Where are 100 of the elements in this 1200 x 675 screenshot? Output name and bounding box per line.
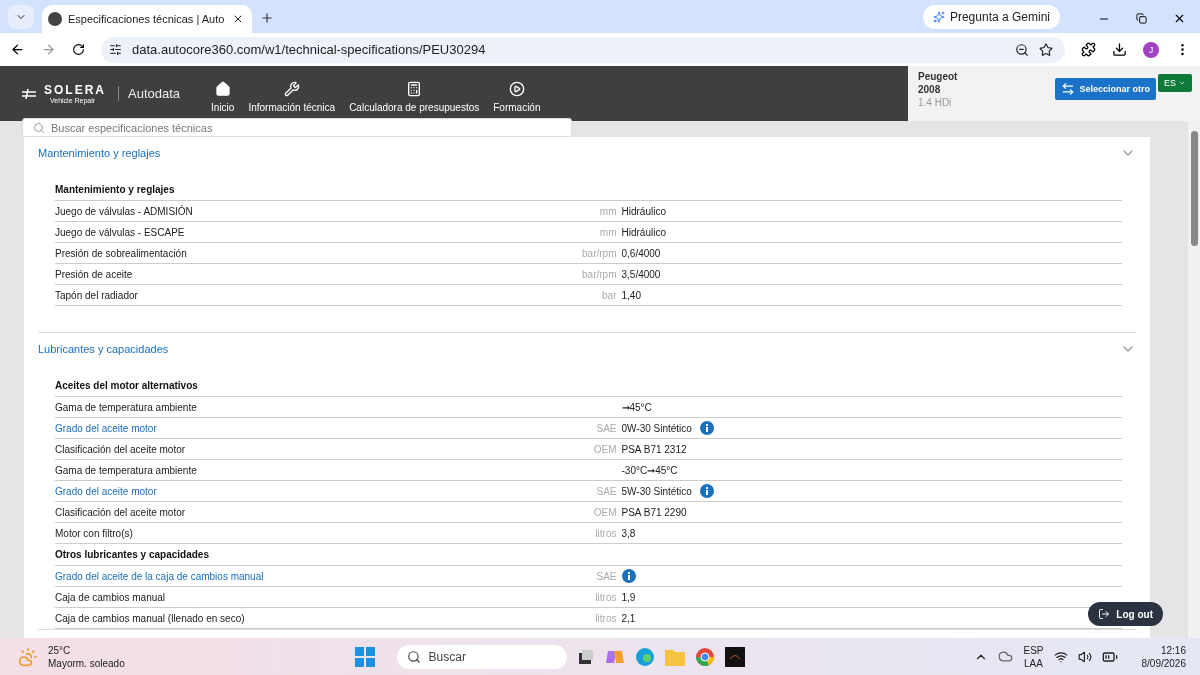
spec-label: Presión de aceite bbox=[55, 268, 134, 280]
browser-tab[interactable]: Especificaciones técnicas | Auto bbox=[42, 5, 252, 33]
tab-list-button[interactable] bbox=[8, 5, 34, 29]
vehicle-model: 2008 bbox=[918, 83, 942, 96]
brand-name: SOLERA bbox=[44, 83, 106, 96]
spec-value: Hidráulico bbox=[621, 226, 666, 238]
spec-unit: OEM bbox=[592, 443, 618, 455]
spec-label: Gama de temperatura ambiente bbox=[55, 401, 198, 413]
spec-value: 3,5/4000 bbox=[621, 268, 661, 280]
spec-value: 1,40 bbox=[621, 289, 641, 301]
search-field[interactable]: Buscar especificaciones técnicas bbox=[22, 118, 572, 137]
spec-value: PSA B71 2312 bbox=[621, 443, 687, 455]
spec-value: 0,6/4000 bbox=[621, 247, 661, 259]
profile-avatar[interactable]: J bbox=[1143, 41, 1159, 58]
clock-time[interactable]: 12:16 bbox=[1160, 643, 1186, 657]
star-icon bbox=[1039, 42, 1053, 57]
group-heading: Mantenimiento y reglajes bbox=[55, 168, 1122, 201]
spec-label: Juego de válvulas - ADMISIÓN bbox=[55, 205, 194, 217]
weather-text: Mayorm. soleado bbox=[48, 656, 125, 670]
taskbar-search[interactable]: Buscar bbox=[396, 644, 567, 669]
info-icon[interactable] bbox=[621, 569, 636, 583]
product-name: Autodata bbox=[118, 86, 181, 101]
restore-icon bbox=[1136, 13, 1147, 24]
nav-item[interactable]: Formación bbox=[486, 80, 548, 113]
select-vehicle-button[interactable]: Seleccionar otro bbox=[1055, 78, 1156, 100]
close-icon bbox=[232, 13, 244, 25]
weather-icon bbox=[18, 646, 38, 667]
home-icon bbox=[214, 80, 231, 97]
group-heading: Otros lubricantes y capacidades bbox=[55, 544, 1122, 566]
site-icon bbox=[48, 12, 62, 26]
app-icon[interactable] bbox=[724, 646, 745, 667]
logout-button[interactable]: Log out bbox=[1088, 602, 1163, 626]
spec-value: ➞45°C bbox=[621, 401, 652, 413]
scrollbar[interactable] bbox=[1188, 121, 1200, 638]
spec-label: Caja de cambios manual (llenado en seco) bbox=[55, 612, 246, 624]
spec-unit: bar/rpm bbox=[581, 247, 618, 259]
spec-unit: SAE bbox=[595, 570, 618, 582]
info-icon[interactable] bbox=[699, 484, 714, 498]
gemini-button[interactable]: Pregunta a Gemini bbox=[922, 5, 1060, 29]
reload-icon bbox=[72, 43, 85, 56]
nav-item[interactable]: Información técnica bbox=[241, 80, 343, 113]
spec-link[interactable]: Grado del aceite motor bbox=[55, 485, 556, 497]
spec-label: Presión de sobrealimentación bbox=[55, 247, 188, 259]
group-heading: Aceites del motor alternativos bbox=[55, 364, 1122, 397]
logo-icon bbox=[22, 88, 36, 99]
spec-label: Gama de temperatura ambiente bbox=[55, 464, 198, 476]
spec-link[interactable]: Grado del aceite de la caja de cambios manual bbox=[55, 570, 556, 582]
spec-value: 1,9 bbox=[621, 591, 636, 603]
clock-date[interactable]: 8/09/2026 bbox=[1141, 656, 1186, 670]
calculator-icon bbox=[406, 80, 423, 97]
language-button[interactable]: ES bbox=[1158, 74, 1192, 92]
spec-label: Motor con filtro(s) bbox=[55, 527, 134, 539]
vehicle-make: Peugeot bbox=[918, 70, 958, 83]
site-settings-icon bbox=[109, 43, 122, 56]
spec-label: Clasificación del aceite motor bbox=[55, 443, 187, 455]
spec-unit: SAE bbox=[595, 422, 618, 434]
info-icon[interactable] bbox=[699, 421, 714, 435]
spec-unit: OEM bbox=[592, 506, 618, 518]
input-language[interactable]: ESP bbox=[1023, 643, 1044, 657]
spec-unit: litros bbox=[594, 612, 618, 624]
spec-link[interactable]: Grado del aceite motor bbox=[55, 422, 556, 434]
spec-unit: bar bbox=[601, 289, 618, 301]
spec-value: 2,1 bbox=[621, 612, 636, 624]
wifi-icon bbox=[1053, 649, 1068, 664]
edge-icon[interactable] bbox=[634, 646, 655, 667]
new-tab-icon[interactable] bbox=[260, 11, 274, 25]
spec-value: 3,8 bbox=[621, 527, 636, 539]
spec-unit: litros bbox=[594, 591, 618, 603]
spec-value: 0W-30 Sintético bbox=[621, 422, 692, 434]
address-bar[interactable]: data.autocore360.com/w1/technical-specifications/PEU30294 bbox=[101, 36, 1065, 63]
caret-icon bbox=[1178, 79, 1186, 87]
spec-label: Tapón del radiador bbox=[55, 289, 139, 301]
keyboard-layout[interactable]: LAA bbox=[1024, 656, 1043, 670]
sparkle-icon bbox=[932, 11, 945, 23]
back-icon bbox=[10, 42, 25, 57]
task-view-icon[interactable] bbox=[576, 647, 595, 666]
spec-value: Hidráulico bbox=[621, 205, 666, 217]
chrome-icon[interactable] bbox=[694, 646, 715, 667]
spec-unit: SAE bbox=[595, 485, 618, 497]
spec-unit: litros bbox=[594, 527, 618, 539]
nav-item[interactable]: Calculadora de presupuestos bbox=[342, 80, 487, 113]
forward-icon bbox=[41, 42, 56, 57]
spec-unit: mm bbox=[598, 226, 618, 238]
spec-value: -30°C➞45°C bbox=[621, 464, 678, 476]
nav-item[interactable]: Inicio bbox=[204, 80, 242, 113]
spec-label: Clasificación del aceite motor bbox=[55, 506, 187, 518]
play-icon bbox=[508, 80, 525, 97]
zoom-icon bbox=[1015, 42, 1029, 57]
section-header[interactable]: Lubricantes y capacidades bbox=[38, 333, 1136, 364]
spec-unit: mm bbox=[598, 205, 618, 217]
download-icon bbox=[1112, 42, 1127, 57]
start-icon[interactable] bbox=[354, 646, 375, 667]
temperature: 25°C bbox=[48, 643, 72, 657]
section-header[interactable]: Mantenimiento y reglajes bbox=[38, 137, 1136, 168]
logout-icon bbox=[1098, 608, 1111, 620]
wrench-icon bbox=[283, 80, 300, 97]
onedrive-icon bbox=[998, 649, 1014, 664]
spec-unit: bar/rpm bbox=[581, 268, 618, 280]
spec-label: Caja de cambios manual bbox=[55, 591, 167, 603]
close-icon bbox=[1173, 12, 1186, 25]
